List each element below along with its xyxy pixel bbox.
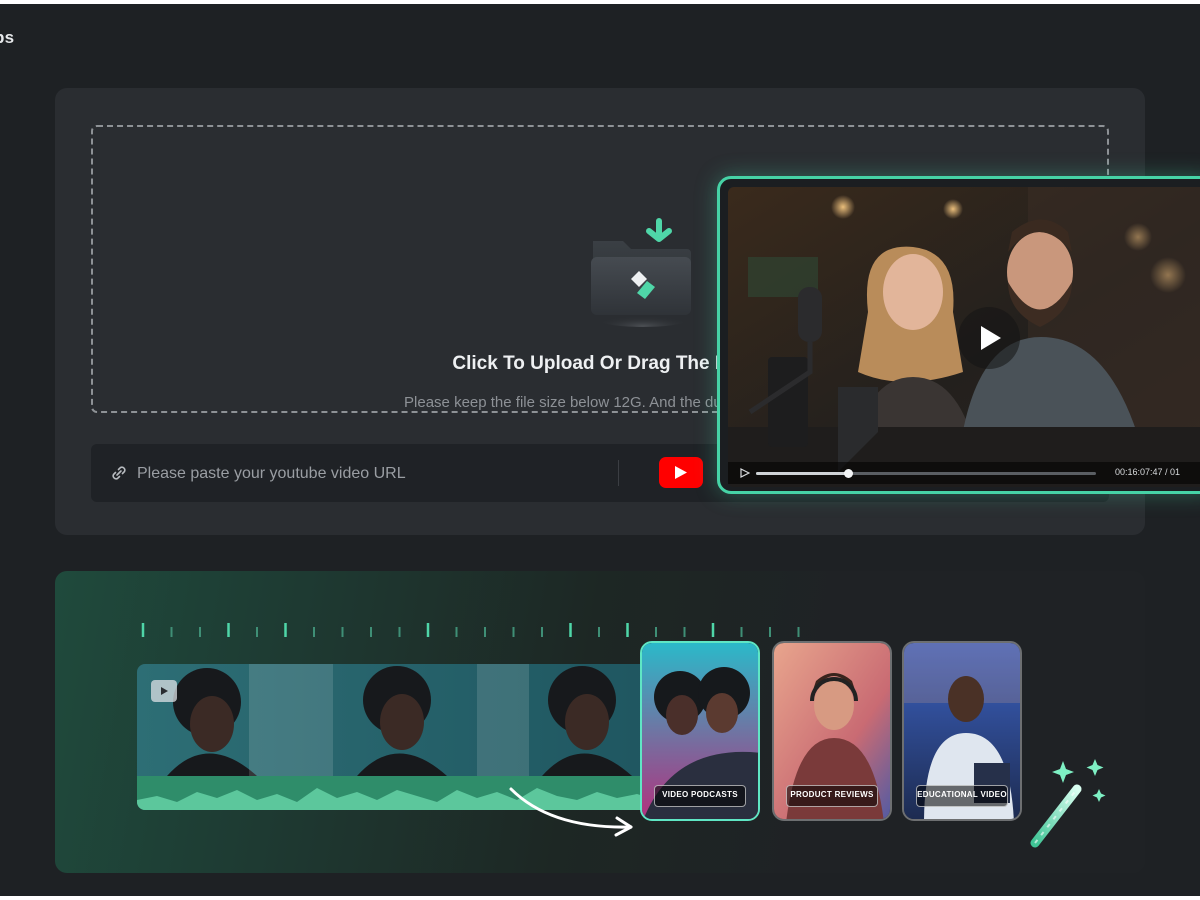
category-card-product-reviews[interactable]: PRODUCT REVIEWS [772,641,892,821]
video-player-controls: 00:16:07:47 / 01 [728,462,1200,484]
curved-arrow-icon [509,787,633,837]
magic-wand-icon [1030,759,1106,848]
video-progress-bar[interactable] [756,469,1096,478]
video-progress-fill [756,472,848,475]
category-card-educational-video[interactable]: EDUCATIONAL VIDEO [902,641,1022,821]
waveform-ticks [141,623,800,637]
app-window: ps [0,4,1200,896]
category-label: VIDEO PODCASTS [654,785,746,807]
youtube-button[interactable] [659,457,703,488]
filmstrip-play-button[interactable] [151,680,177,702]
play-icon [161,687,168,695]
category-label: EDUCATIONAL VIDEO [916,785,1008,807]
app-title: ps [0,28,15,47]
youtube-url-input[interactable] [135,458,609,490]
category-card-video-podcasts[interactable]: VIDEO PODCASTS [640,641,760,821]
sparkle-icon [1052,759,1106,802]
link-icon [112,466,126,480]
feature-showcase-banner: VIDEO PODCASTS PRODUCT REVIEWS EDUCATION… [55,571,1145,873]
video-timecode: 00:16:07:47 / 01 [1115,467,1181,477]
video-play-button[interactable] [958,307,1020,369]
category-label: PRODUCT REVIEWS [786,785,878,807]
play-icon[interactable] [740,468,750,478]
url-divider [618,460,619,486]
youtube-icon [675,466,687,479]
video-progress-handle[interactable] [843,469,853,478]
play-icon [981,326,1001,350]
folder-upload-icon [591,218,693,327]
video-preview-window: 00:16:07:47 / 01 [717,176,1200,494]
